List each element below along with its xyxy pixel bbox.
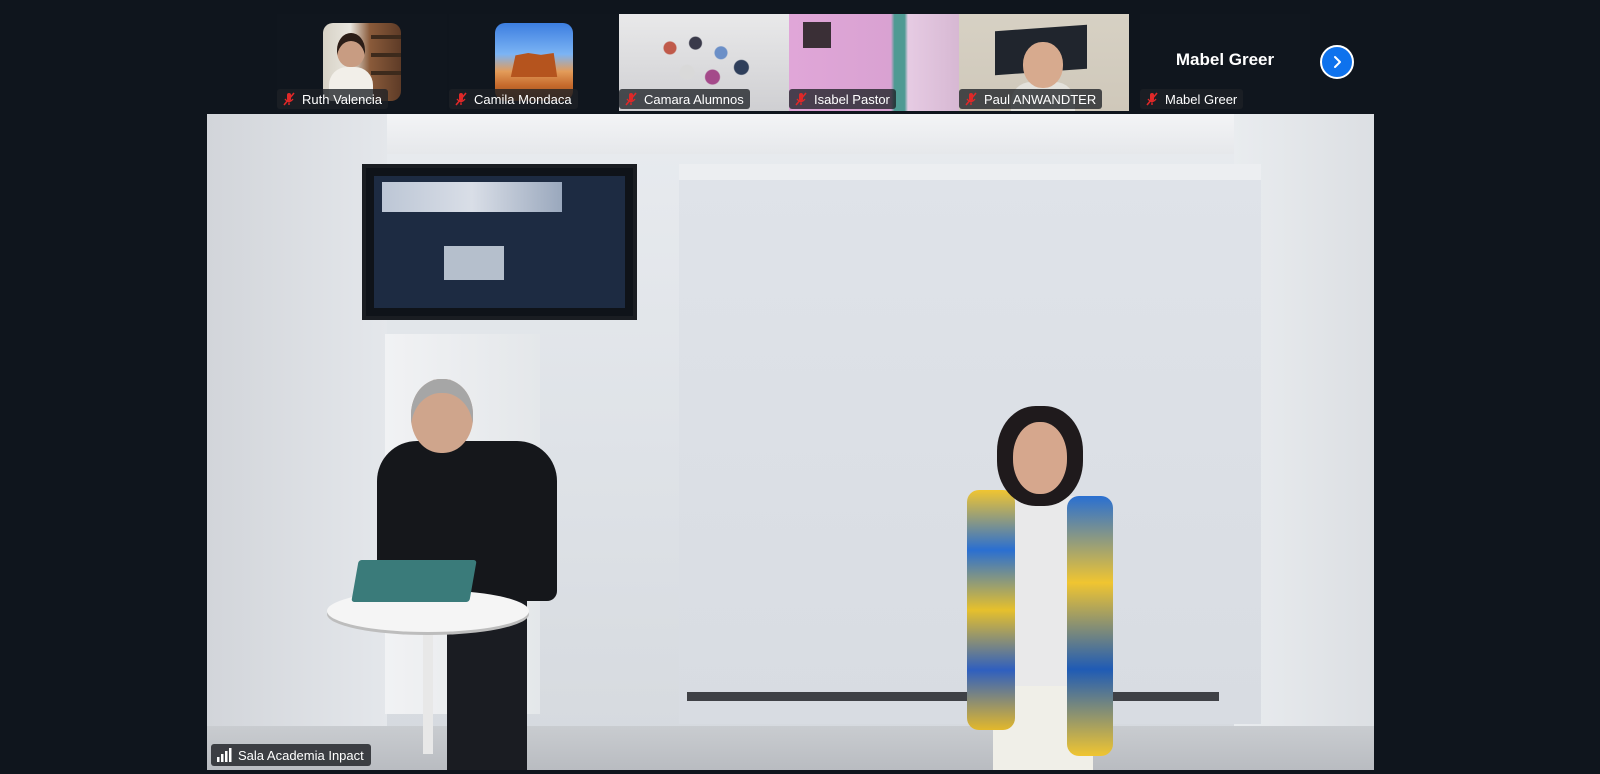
- participant-name-tag: Ruth Valencia: [277, 89, 388, 109]
- chevron-right-icon: [1334, 56, 1341, 68]
- gallery-next-button[interactable]: [1320, 45, 1354, 79]
- participant-name: Mabel Greer: [1165, 91, 1238, 107]
- participant-name: Camila Mondaca: [474, 91, 572, 107]
- mic-off-icon: [455, 92, 467, 106]
- signal-strength-icon: [217, 748, 232, 762]
- video-scene-screen-bar: [687, 692, 1219, 701]
- participant-name-tag: Camila Mondaca: [449, 89, 578, 109]
- video-scene-laptop: [351, 560, 477, 602]
- participant-name: Isabel Pastor: [814, 91, 890, 107]
- participant-tile-isabel-pastor[interactable]: Isabel Pastor: [789, 14, 959, 111]
- participant-name-tag: Camara Alumnos: [619, 89, 750, 109]
- participant-name-tag: Isabel Pastor: [789, 89, 896, 109]
- participant-name-tag: Mabel Greer: [1140, 89, 1244, 109]
- mic-off-icon: [965, 92, 977, 106]
- main-video-name-tag: Sala Academia Inpact: [211, 744, 371, 766]
- mic-off-icon: [1146, 92, 1158, 106]
- participant-name: Camara Alumnos: [644, 91, 744, 107]
- video-scene-tv: [362, 164, 637, 320]
- mic-off-icon: [283, 92, 295, 106]
- participant-tile-camila-mondaca[interactable]: Camila Mondaca: [449, 14, 619, 111]
- zoom-meeting-window: Ruth Valencia Camila Mondaca Camara Alum…: [0, 0, 1600, 774]
- participant-name: Paul ANWANDTER: [984, 91, 1097, 107]
- mic-off-icon: [625, 92, 637, 106]
- video-scene-table: [423, 624, 433, 754]
- participant-name: Ruth Valencia: [302, 91, 382, 107]
- participant-tile-mabel-greer[interactable]: Mabel Greer Mabel Greer: [1140, 14, 1310, 111]
- mic-off-icon: [795, 92, 807, 106]
- video-scene-person: [957, 406, 1129, 770]
- participant-tile-camara-alumnos[interactable]: Camara Alumnos: [619, 14, 789, 111]
- participant-tile-ruth-valencia[interactable]: Ruth Valencia: [277, 14, 447, 111]
- participant-name-tag: Paul ANWANDTER: [959, 89, 1103, 109]
- gallery-strip: Ruth Valencia Camila Mondaca Camara Alum…: [277, 14, 1364, 111]
- main-video-name: Sala Academia Inpact: [238, 747, 364, 763]
- main-speaker-video[interactable]: Sala Academia Inpact: [207, 114, 1374, 770]
- video-scene-wall: [207, 114, 387, 770]
- participant-display-name: Mabel Greer: [1175, 50, 1275, 69]
- participant-tile-paul-anwandter[interactable]: Paul ANWANDTER: [959, 14, 1129, 111]
